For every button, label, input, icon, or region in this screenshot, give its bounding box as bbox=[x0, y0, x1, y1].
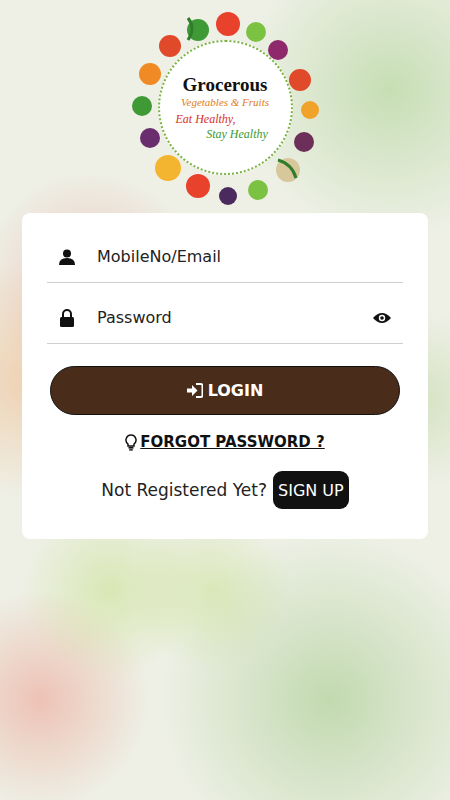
eye-icon[interactable] bbox=[373, 312, 391, 324]
logo: GrocerousVegetables & Fruits Eat Healthy,… bbox=[128, 0, 323, 205]
password-field bbox=[47, 292, 403, 344]
logo-subtitle: Vegetables & Fruits bbox=[181, 96, 269, 108]
lock-icon bbox=[59, 309, 75, 327]
username-input[interactable] bbox=[95, 246, 403, 267]
signup-button[interactable]: SIGN UP bbox=[273, 471, 349, 509]
login-button[interactable]: LOGIN bbox=[50, 366, 400, 415]
forgot-password-link[interactable]: FORGOT PASSWORD ? bbox=[125, 433, 324, 451]
logo-title: Grocerous bbox=[183, 74, 268, 96]
password-input[interactable] bbox=[95, 307, 373, 328]
username-field bbox=[47, 231, 403, 283]
logo-tagline: Stay Healthy bbox=[206, 127, 268, 142]
sign-in-icon bbox=[187, 383, 203, 398]
signup-prompt: Not Registered Yet? bbox=[101, 480, 267, 500]
signup-row: Not Registered Yet? SIGN UP bbox=[47, 471, 403, 509]
login-card: LOGIN FORGOT PASSWORD ? Not Registered Yet… bbox=[22, 213, 428, 539]
user-icon bbox=[59, 249, 75, 265]
login-screen: GrocerousVegetables & Fruits Eat Healthy,… bbox=[0, 0, 450, 800]
lightbulb-icon bbox=[125, 434, 137, 451]
logo-tagline: Eat Healthy, bbox=[176, 112, 236, 127]
